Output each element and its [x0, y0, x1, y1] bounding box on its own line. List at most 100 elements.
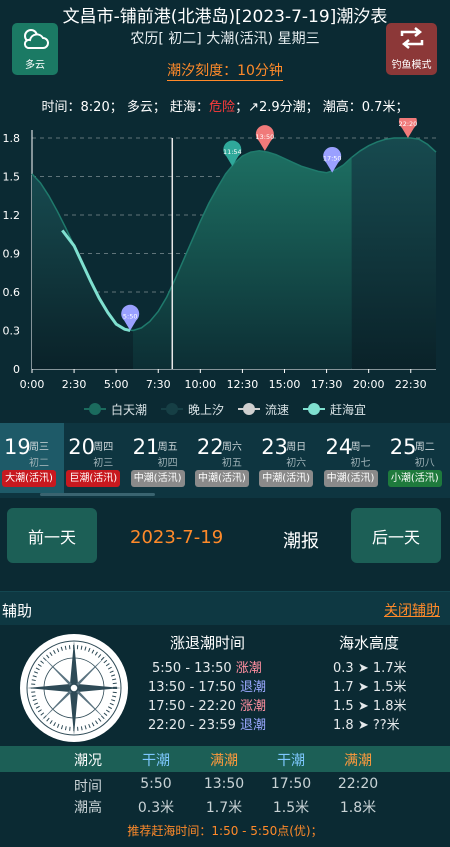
- legend-item-night: 晚上汐: [160, 401, 224, 418]
- tide-height-cell: 0.3米: [137, 800, 175, 816]
- date-tide-tag: 大潮(活汛): [2, 470, 56, 487]
- tide-time-cell: 13:50: [203, 776, 245, 792]
- marker-time-label: 13:50: [255, 133, 274, 141]
- sea-height-row: 1.5 ➤ 1.8米: [333, 695, 407, 714]
- y-tick-label: 0.6: [3, 286, 21, 299]
- info-weather: 多云；: [126, 100, 166, 115]
- sea-height-row: 0.3 ➤ 1.7米: [333, 657, 407, 676]
- tide-marker[interactable]: 13:50: [255, 125, 274, 151]
- tide-time-cell: 5:50: [140, 776, 172, 792]
- lunar-subtitle: 农历[ 初二] 大潮(活汛) 星期三: [130, 31, 320, 47]
- legend-label: 流速: [265, 402, 290, 417]
- series-day-area: [133, 150, 352, 369]
- y-tick-label: 0: [13, 363, 20, 376]
- tide-state-full: 满潮: [210, 753, 238, 769]
- marker-time-label: 11:54: [223, 148, 242, 156]
- swap-icon: [400, 27, 423, 49]
- date-day: 20: [68, 435, 96, 459]
- info-time: 时间：8:20；: [41, 100, 123, 115]
- info-wind: ；↗2.9分潮；: [235, 100, 319, 115]
- helper-title: 辅助: [2, 602, 33, 620]
- date-item-22[interactable]: 22 周六 初五 中潮(活汛): [193, 423, 257, 493]
- tide-period-row: 13:50 - 17:50 退潮: [148, 676, 266, 695]
- x-tick-label: 12:30: [227, 378, 259, 391]
- arrow-right-icon: ➤: [357, 718, 369, 733]
- tide-scale-text[interactable]: 潮汐刻度：10分钟: [167, 63, 283, 81]
- compass-icon: [20, 634, 128, 742]
- table-row-label-time: 时间: [74, 779, 102, 795]
- arrow-right-icon: ➤: [357, 661, 369, 676]
- date-weekday: 周五: [157, 442, 178, 453]
- date-item-23[interactable]: 23 周日 初六 中潮(活汛): [257, 423, 321, 493]
- height-from: 0.3: [333, 661, 354, 676]
- date-item-21[interactable]: 21 周五 初四 中潮(活汛): [129, 423, 193, 493]
- height-from: 1.8: [333, 718, 354, 733]
- tide-state-dry: 干潮: [142, 753, 170, 769]
- table-head-label: 潮况: [74, 753, 102, 769]
- current-info: 时间：8:20； 多云； 赶海：危险；↗2.9分潮； 潮高：0.7米；: [0, 96, 450, 115]
- y-tick-label: 0.3: [3, 325, 21, 338]
- date-item-19[interactable]: 19 周三 初二 大潮(活汛): [0, 423, 64, 493]
- date-tide-tag: 小潮(活汛): [387, 470, 442, 487]
- legend-label: 晚上汐: [187, 402, 224, 417]
- x-tick-label: 15:00: [269, 378, 301, 391]
- date-day: 25: [389, 435, 417, 459]
- chart-legend: 白天潮 晚上汐 流速 赶海宜: [0, 399, 450, 419]
- x-tick-label: 2:30: [62, 378, 87, 391]
- tide-period-time: 13:50 - 17:50: [148, 680, 236, 695]
- date-strip-scrollbar[interactable]: [40, 493, 155, 496]
- x-tick-label: 7:30: [146, 378, 171, 391]
- next-day-button[interactable]: 后一天: [351, 508, 441, 563]
- height-from: 1.7: [333, 680, 354, 695]
- date-item-25[interactable]: 25 周二 初八 小潮(活汛): [386, 423, 450, 493]
- tide-period-status: 退潮: [240, 718, 267, 733]
- tide-period-row: 17:50 - 22:20 涨潮: [148, 695, 266, 714]
- current-date: 2023-7-19: [130, 527, 224, 548]
- date-day: 24: [325, 435, 353, 459]
- tide-report-label[interactable]: 潮报: [283, 527, 319, 553]
- date-lunar: 初七: [350, 458, 371, 469]
- tide-scale-setting[interactable]: 潮汐刻度：10分钟: [0, 60, 450, 81]
- sea-height-row: 1.8 ➤ ??米: [333, 714, 400, 733]
- date-item-20[interactable]: 20 周四 初三 巨潮(活汛): [64, 423, 128, 493]
- table-row-label-height: 潮高: [74, 800, 102, 816]
- tide-period-time: 5:50 - 13:50: [152, 661, 232, 676]
- marker-time-label: 5:50: [123, 313, 138, 321]
- height-to: 1.8米: [372, 699, 407, 714]
- tide-marker[interactable]: 5:50: [121, 304, 140, 331]
- legend-label: 赶海宜: [330, 402, 367, 417]
- info-height: 潮高：0.7米；: [322, 100, 409, 115]
- tide-chart[interactable]: 0 0.3 0.6 0.9 1.2 1.5 1.8 0:00 2:30 5:00 7:30 10:00…: [0, 118, 450, 398]
- tide-period-time: 17:50 - 22:20: [148, 699, 236, 714]
- page-title: 文昌市-铺前港(北港岛)[2023-7-19]潮汐表: [62, 7, 388, 27]
- y-tick-label: 1.5: [3, 171, 21, 184]
- height-from: 1.5: [333, 699, 354, 714]
- x-tick-label: 10:00: [184, 378, 216, 391]
- date-weekday: 周三: [29, 442, 49, 453]
- info-sea-danger: 危险: [209, 100, 236, 115]
- date-strip[interactable]: 19 周三 初二 大潮(活汛) 20 周四 初三 巨潮(活汛) 21 周五 初四 中潮(活汛) 22 周六…: [0, 423, 450, 498]
- tide-height-cell: 1.7米: [205, 800, 243, 816]
- x-tick-label: 20:00: [353, 378, 385, 391]
- date-day: 22: [196, 435, 224, 459]
- date-weekday: 周四: [93, 442, 114, 453]
- y-tick-label: 1.2: [3, 209, 21, 222]
- prev-day-button[interactable]: 前一天: [7, 508, 97, 563]
- recommend-time: 推荐赶海时间：1:50 - 5:50点(优)；: [127, 824, 323, 838]
- close-helper-link[interactable]: 关闭辅助: [384, 600, 440, 620]
- date-weekday: 周一: [350, 442, 371, 453]
- date-day: 23: [261, 435, 288, 459]
- legend-item-sea: 赶海宜: [303, 401, 366, 418]
- date-item-24[interactable]: 24 周一 初七 中潮(活汛): [322, 423, 386, 493]
- tide-time-cell: 22:20: [337, 776, 379, 792]
- arrow-right-icon: ➤: [357, 699, 369, 714]
- tide-time-cell: 17:50: [270, 776, 312, 792]
- height-to: 1.7米: [372, 661, 407, 676]
- date-lunar: 初二: [29, 458, 49, 469]
- tide-marker[interactable]: 22:20: [399, 118, 418, 138]
- tide-period-status: 退潮: [240, 680, 267, 695]
- height-header: 海水高度: [339, 634, 400, 652]
- height-to: 1.5米: [372, 680, 407, 695]
- series-night-area: [351, 138, 436, 369]
- tide-period-status: 涨潮: [240, 699, 267, 714]
